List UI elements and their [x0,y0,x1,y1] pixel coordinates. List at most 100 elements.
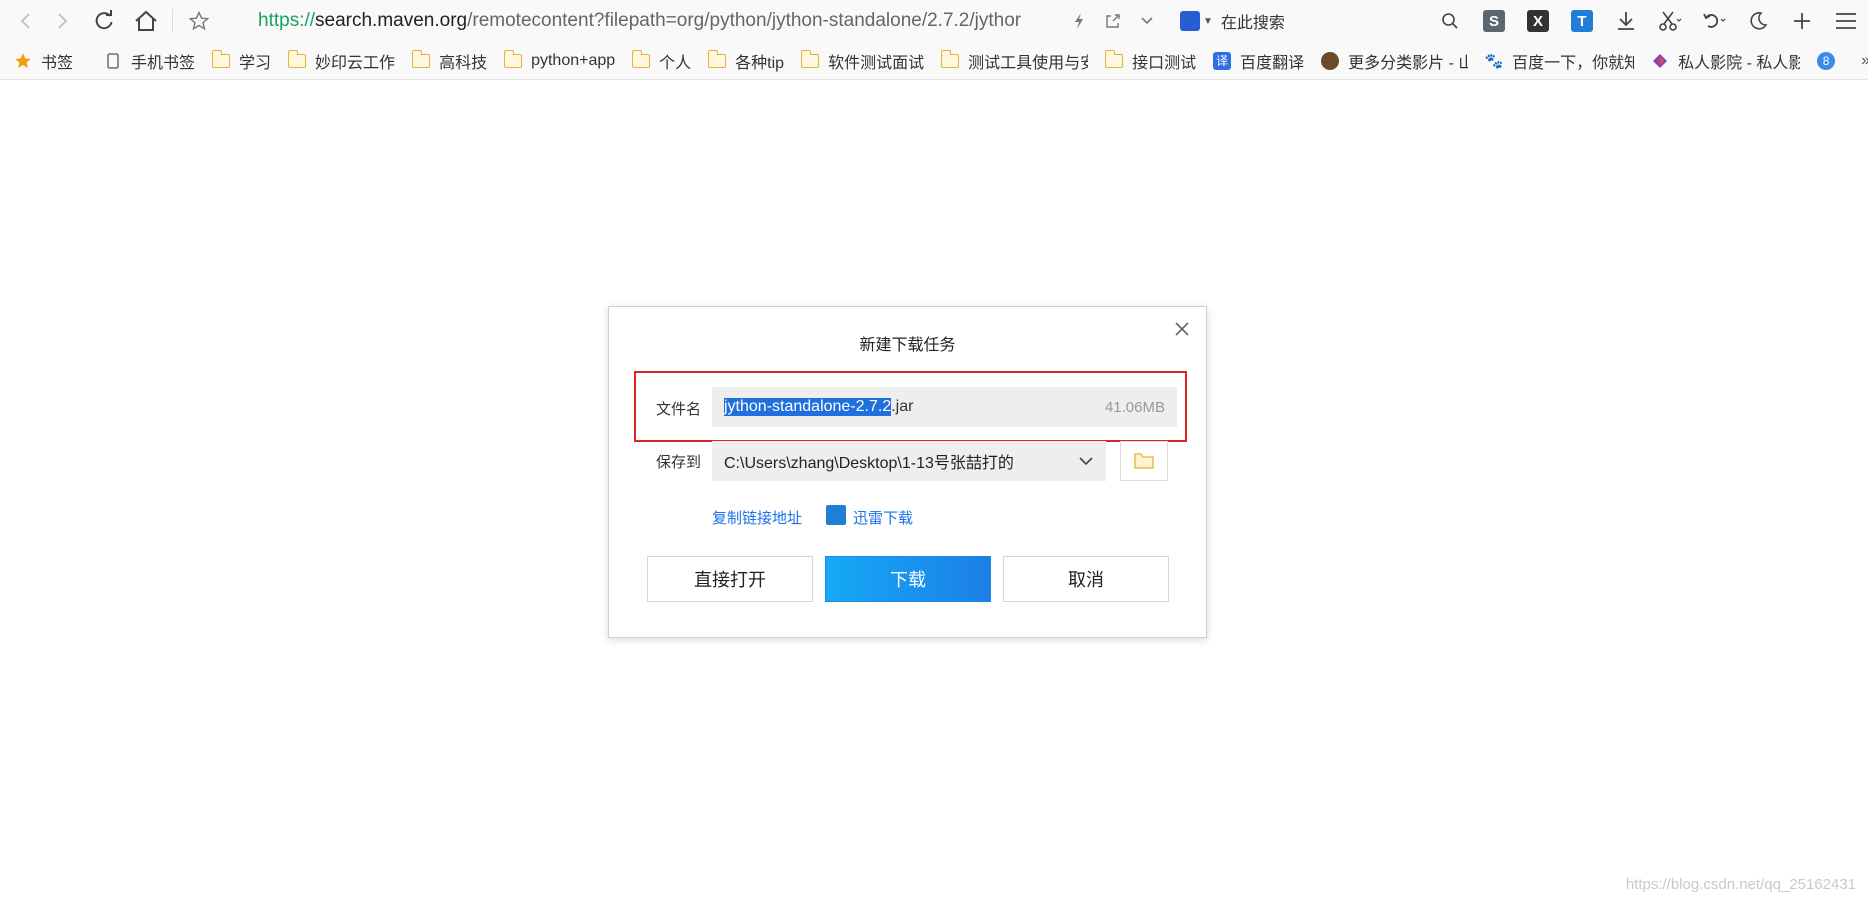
extension-badge-icon: 8 [1817,51,1836,70]
cancel-button[interactable]: 取消 [1003,556,1169,602]
browse-folder-button[interactable] [1120,441,1168,481]
menu-icon[interactable] [1824,3,1868,39]
bookmark-folder[interactable]: 接口测试 [1104,49,1197,73]
folder-icon [411,49,431,69]
star-icon [14,52,32,69]
bookmark-label: 软件测试面试 [828,54,925,72]
baidu-paw-icon[interactable]: 🐾 [1180,11,1200,31]
folder-icon [1134,453,1154,469]
folder-icon [287,49,307,69]
bookmark-label: 百度翻译 [1240,54,1305,72]
bookmark-folder[interactable]: 个人 [631,49,692,73]
bookmark-folder[interactable]: 测试工具使用与安 [940,49,1089,73]
thunder-download-link[interactable]: 迅雷下载 [853,507,913,528]
url-scheme: https:// [258,10,316,31]
bookmark-label: 高科技 [439,54,488,72]
bookmark-folder[interactable]: 学习 [211,49,272,73]
home-icon[interactable] [128,3,164,39]
phone-icon [104,52,122,69]
address-bar[interactable]: https://search.maven.org/remotecontent?f… [258,0,1046,42]
cinema-icon [1651,53,1669,69]
reload-icon[interactable] [86,3,122,39]
bookmark-item[interactable]: 更多分类影片 - 山 [1321,49,1468,73]
filename-label: 文件名 [656,401,702,418]
folder-icon [707,49,727,69]
thunder-icon[interactable] [826,505,846,525]
search-placeholder: 在此搜索 [1220,15,1285,32]
folder-icon [631,49,651,69]
copy-link-address[interactable]: 复制链接地址 [712,507,802,528]
baidu-icon: 🐾 [1484,52,1504,70]
bookmark-folder[interactable]: 软件测试面试 [800,49,925,73]
chevron-down-icon[interactable] [1130,3,1164,39]
bookmark-item[interactable]: 译 百度翻译 [1213,49,1304,73]
bookmarks-menu[interactable]: 书签 [14,49,73,73]
forward-icon[interactable] [44,3,80,39]
translate-icon: 译 [1213,51,1232,70]
undo-icon[interactable] [1692,3,1736,39]
open-directly-button[interactable]: 直接打开 [647,556,813,602]
bookmark-label: 接口测试 [1132,54,1197,72]
new-download-dialog: 新建下载任务 文件名 jython-standalone-2.7.2 .jar 4… [608,306,1207,638]
bookmark-folder[interactable]: 各种tip [707,49,785,73]
x-extension-icon[interactable]: X [1516,3,1560,39]
bookmark-label: 测试工具使用与安 [968,54,1089,72]
save-path-dropdown[interactable]: C:\Users\zhang\Desktop\1-13号张喆打的 [712,441,1106,481]
url-host: search.maven.org [315,10,468,31]
bookmark-item[interactable]: 私人影院 - 私人影 [1651,49,1800,73]
lightning-icon[interactable] [1062,3,1096,39]
address-bar-tools [1062,3,1164,39]
watermark: https://blog.csdn.net/qq_25162431 [1625,876,1856,893]
folder-icon [1104,49,1124,69]
more-bookmarks[interactable]: 8 [1817,51,1844,70]
engine-dropdown-icon[interactable]: ▼ [1203,16,1213,27]
filename-field[interactable]: jython-standalone-2.7.2 .jar 41.06MB [712,387,1177,427]
bookmark-label: 手机书签 [131,54,196,72]
bookmark-label: 私人影院 - 私人影 [1678,54,1801,72]
chevron-down-icon[interactable] [1078,453,1094,469]
bookmark-label: 百度一下，你就知 [1512,54,1635,72]
folder-icon [940,49,960,69]
bookmark-folder[interactable]: 高科技 [411,49,488,73]
save-to-label: 保存到 [656,454,702,471]
share-icon[interactable] [1096,3,1130,39]
folder-icon [211,49,231,69]
search-box[interactable]: 🐾 ▼ 在此搜索 [1180,0,1285,42]
scissors-icon[interactable] [1648,3,1692,39]
bookmark-folder[interactable]: 妙印云工作 [287,49,396,73]
save-path-value: C:\Users\zhang\Desktop\1-13号张喆打的 [724,455,1014,472]
bookmarks-label: 书签 [41,54,74,72]
download-button[interactable]: 下载 [825,556,991,602]
folder-icon [503,49,523,69]
bookmark-label: 学习 [239,54,272,72]
double-chevron-icon: » [1861,52,1868,70]
url-path: /remotecontent?filepath=org/python/jytho… [467,10,1022,31]
s-extension-icon[interactable]: S [1472,3,1516,39]
new-tab-icon[interactable] [1780,3,1824,39]
bookmark-label: 个人 [659,54,692,72]
browser-toolbar: https://search.maven.org/remotecontent?f… [0,0,1868,42]
bookmarks-overflow[interactable]: » [1861,52,1868,70]
dialog-title: 新建下载任务 [859,337,956,354]
right-toolbar: S X T [1428,3,1868,39]
bookmark-folder[interactable]: python+app [503,49,616,70]
back-icon[interactable] [8,3,44,39]
bookmarks-bar: 书签 手机书签 学习 妙印云工作 高科技 python+app 个人 各种tip… [0,42,1868,80]
thunder-extension-icon[interactable]: T [1560,3,1604,39]
file-size: 41.06MB [1104,398,1165,416]
bookmark-item[interactable]: 手机书签 [104,49,195,73]
film-icon [1321,51,1340,70]
bookmark-label: 各种tip [735,54,785,72]
download-icon[interactable] [1604,3,1648,39]
bookmark-label: 妙印云工作 [315,54,396,72]
bookmark-label: 更多分类影片 - 山 [1348,54,1469,72]
night-mode-icon[interactable] [1736,3,1780,39]
bookmark-item[interactable]: 🐾 百度一下，你就知 [1485,49,1634,73]
bookmark-star-icon[interactable] [181,3,217,39]
search-icon[interactable] [1428,3,1472,39]
folder-icon [800,49,820,69]
toolbar-divider [172,9,173,33]
bookmark-label: python+app [531,51,616,69]
close-icon[interactable] [1172,319,1192,339]
filename-extension: .jar [891,398,914,415]
